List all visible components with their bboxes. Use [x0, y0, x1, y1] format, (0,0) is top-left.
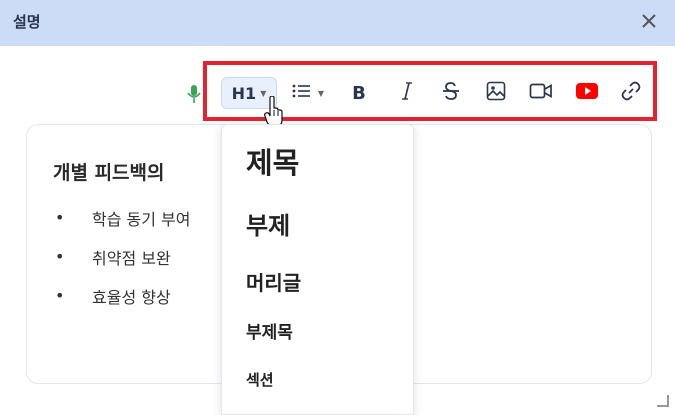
heading-option-section[interactable]: 섹션 [246, 369, 274, 390]
dialog-title: 설명 [13, 13, 41, 31]
heading-option-title[interactable]: 제목 [246, 140, 299, 182]
heading-option-subtitle[interactable]: 부제 [246, 206, 290, 241]
bullet: • [55, 208, 65, 227]
heading-option-subheading[interactable]: 부제목 [246, 318, 293, 343]
bullet: • [55, 286, 65, 305]
close-icon[interactable] [637, 9, 661, 33]
dialog-header: 설명 [0, 0, 675, 46]
heading-dropdown-menu: 제목 부제 머리글 부제목 섹션 [221, 124, 414, 415]
list-item: 취약점 보완 [92, 249, 171, 268]
bullet: • [55, 247, 65, 266]
list-item: 학습 동기 부여 [92, 210, 191, 229]
resize-handle[interactable] [657, 395, 669, 407]
mic-icon[interactable] [186, 83, 202, 105]
list-item: 효율성 향상 [92, 288, 171, 307]
heading-option-header[interactable]: 머리글 [246, 267, 301, 296]
content-heading: 개별 피드백의 [53, 162, 165, 184]
